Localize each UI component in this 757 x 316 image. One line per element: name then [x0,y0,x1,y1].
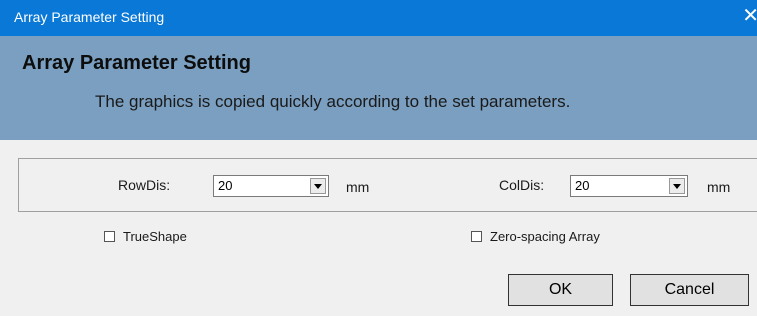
trueshape-label[interactable]: TrueShape [123,229,187,244]
header-description: The graphics is copied quickly according… [95,92,571,111]
row-distance-unit: mm [346,179,370,195]
row-distance-value[interactable]: 20 [218,178,232,193]
col-distance-value[interactable]: 20 [575,178,589,193]
row-distance-label: RowDis: [118,177,171,193]
window-title: Array Parameter Setting [14,9,165,25]
row-distance-combo[interactable]: 20 [213,175,329,197]
checkbox-box-icon[interactable] [471,231,482,242]
dialog-header: Array Parameter Setting The graphics is … [0,36,757,140]
close-icon[interactable]: ✕ [742,5,757,27]
cancel-button[interactable]: Cancel [630,274,749,306]
trueshape-checkbox[interactable]: TrueShape [104,229,187,244]
col-distance-combo[interactable]: 20 [570,175,688,197]
chevron-down-icon[interactable] [310,178,326,194]
title-bar: Array Parameter Setting ✕ [0,0,757,36]
zero-spacing-label[interactable]: Zero-spacing Array [490,229,600,244]
chevron-down-icon[interactable] [669,178,685,194]
zero-spacing-checkbox[interactable]: Zero-spacing Array [471,229,600,244]
col-distance-label: ColDis: [499,177,545,193]
header-title: Array Parameter Setting [22,52,251,74]
checkbox-box-icon[interactable] [104,231,115,242]
ok-button[interactable]: OK [508,274,613,306]
col-distance-unit: mm [707,179,731,195]
